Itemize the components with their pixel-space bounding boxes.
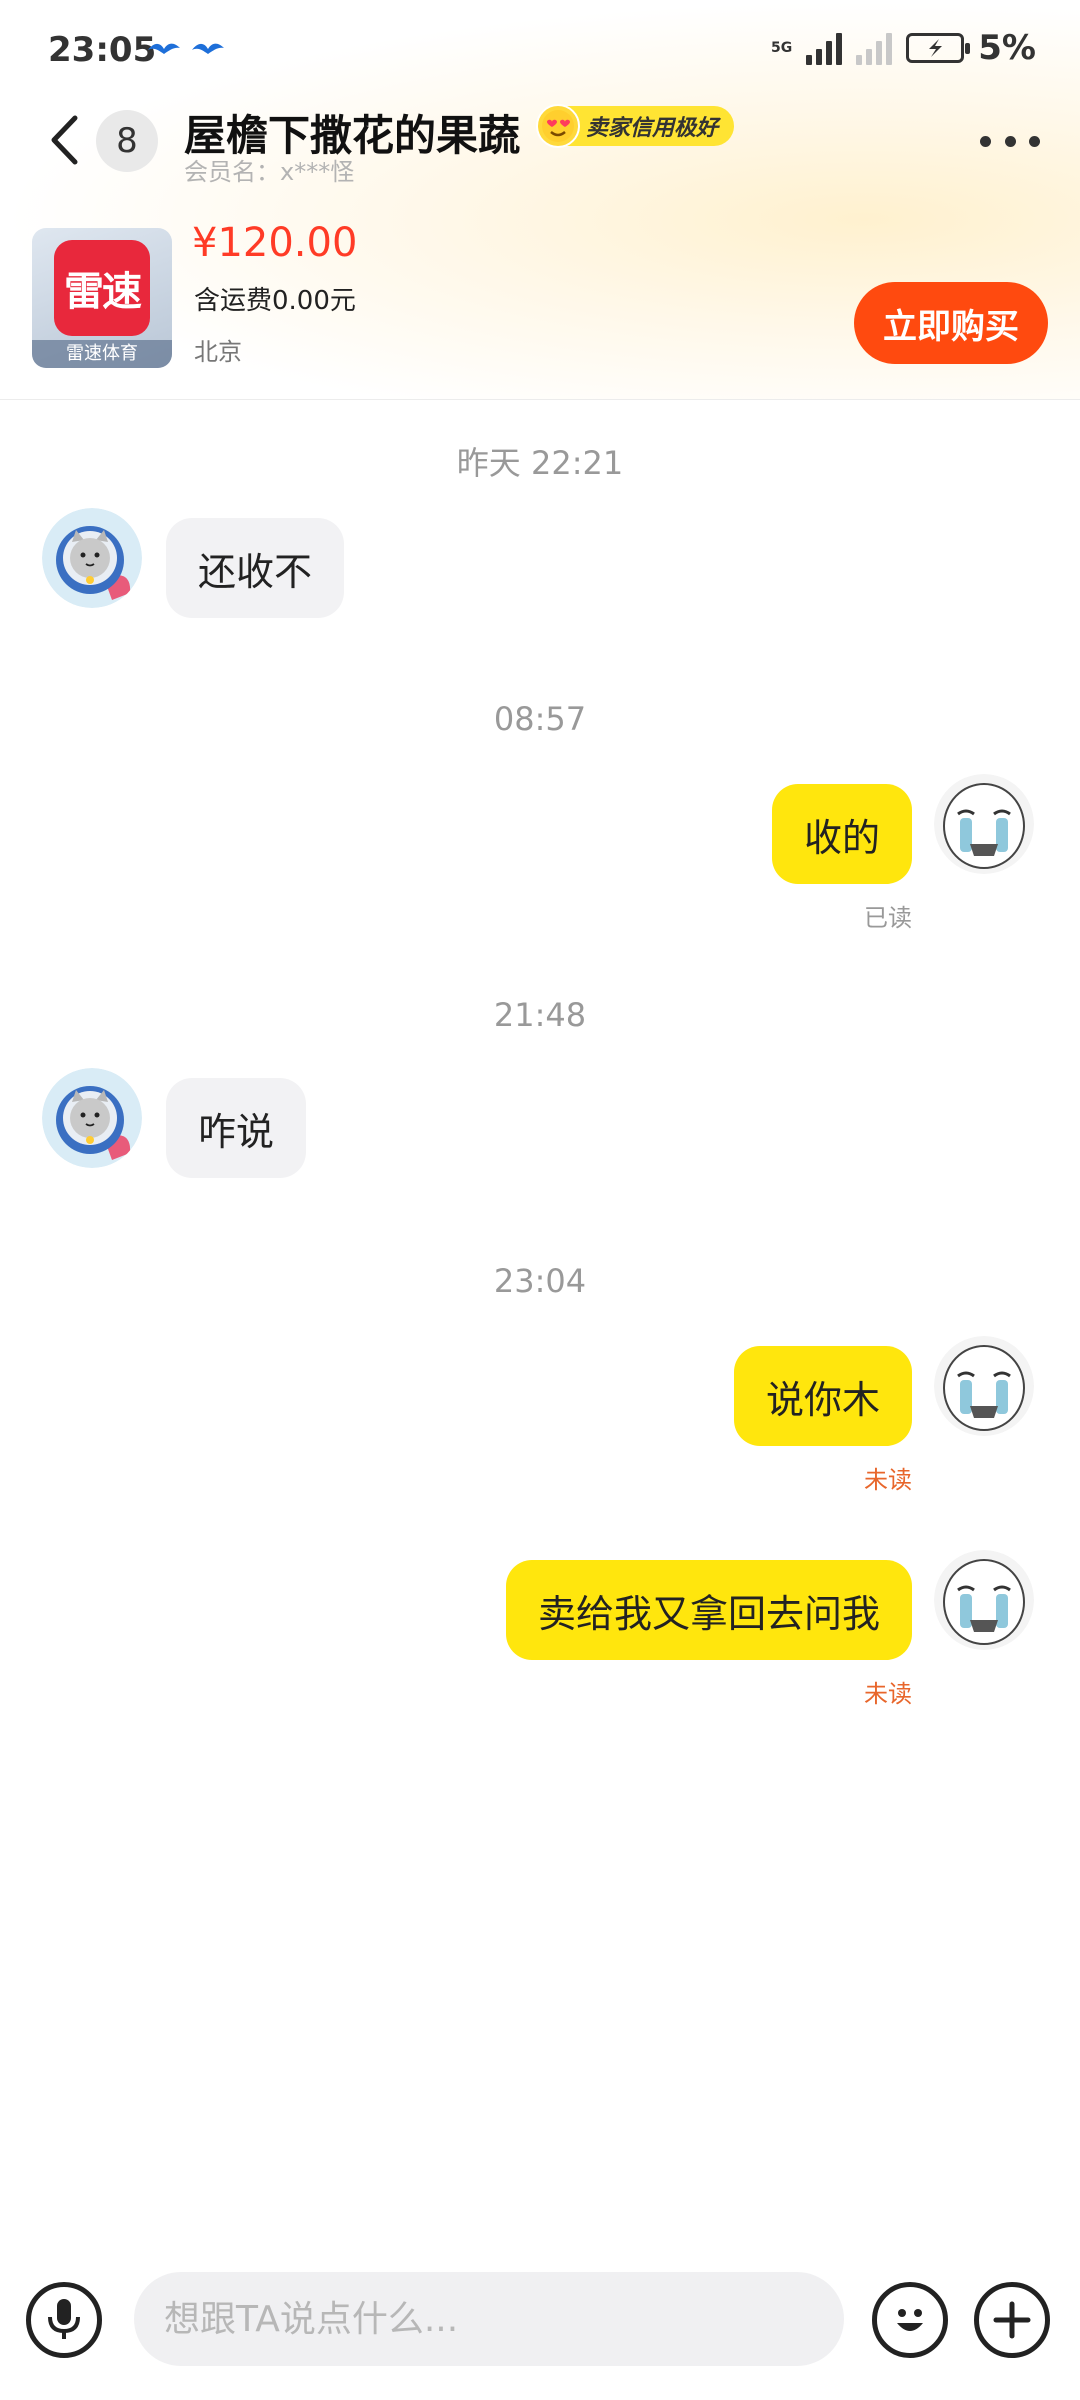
chat-timestamp: 08:57 <box>493 700 587 738</box>
seller-credit-badge[interactable]: 卖家信用极好 <box>536 104 735 148</box>
microphone-icon <box>48 2299 80 2339</box>
seller-avatar[interactable] <box>42 1068 142 1168</box>
cat-astronaut-avatar-icon <box>42 1068 142 1168</box>
emoji-button[interactable] <box>872 2282 948 2358</box>
outgoing-message-bubble[interactable]: 说你木 <box>733 1346 912 1446</box>
user-avatar[interactable] <box>934 774 1034 874</box>
status-indicators: 5G 5% <box>771 28 1036 68</box>
message-read-status: 未读 <box>864 1466 912 1494</box>
notification-bird-icon <box>148 43 180 54</box>
seller-avatar[interactable] <box>42 508 142 608</box>
credit-badge-label: 卖家信用极好 <box>586 116 719 141</box>
dot-icon <box>980 135 991 147</box>
smiley-face-icon <box>897 2309 923 2331</box>
crying-face-avatar-icon <box>934 1336 1034 1436</box>
plus-icon <box>993 2301 1031 2339</box>
notification-bird-icon <box>192 43 224 54</box>
signal-strength-icon <box>806 31 843 65</box>
buy-now-button[interactable]: 立即购买 <box>854 282 1048 364</box>
back-button[interactable] <box>36 112 92 168</box>
message-input[interactable] <box>134 2272 844 2366</box>
crying-face-avatar-icon <box>934 774 1034 874</box>
product-price: ¥120.00 <box>192 220 358 266</box>
incoming-message-bubble[interactable]: 咋说 <box>166 1078 307 1178</box>
member-name-label: 会员名：x***怪 <box>184 158 355 186</box>
chat-timestamp: 23:04 <box>493 1262 587 1300</box>
more-actions-button[interactable] <box>974 2282 1050 2358</box>
incoming-message-bubble[interactable]: 还收不 <box>166 518 345 618</box>
battery-icon <box>906 33 971 63</box>
crying-face-avatar-icon <box>934 1550 1034 1650</box>
chat-timestamp: 21:48 <box>493 996 587 1034</box>
product-card[interactable]: 雷速 雷速体育 ¥120.00 含运费0.00元 北京 立即购买 <box>0 220 1080 380</box>
outgoing-message-bubble[interactable]: 卖给我又拿回去问我 <box>505 1560 912 1660</box>
status-time: 23:05 <box>48 30 157 70</box>
more-options-button[interactable] <box>980 126 1040 156</box>
heart-eyes-emoji-icon <box>536 104 580 148</box>
top-header-area: 23:05 5G 5% 8 屋檐下撒花的果蔬 卖家信用极好 会员名：x***怪 … <box>0 0 1080 400</box>
user-avatar[interactable] <box>934 1550 1034 1650</box>
chevron-left-icon <box>51 115 78 165</box>
network-type-label: 5G <box>771 40 793 56</box>
outgoing-message-bubble[interactable]: 收的 <box>771 784 912 884</box>
user-avatar[interactable] <box>934 1336 1034 1436</box>
product-image-caption: 雷速体育 <box>32 340 172 368</box>
battery-percent: 5% <box>978 28 1036 68</box>
voice-input-button[interactable] <box>26 2282 102 2358</box>
signal-secondary-icon <box>856 31 893 65</box>
product-shipping: 含运费0.00元 <box>194 286 356 316</box>
message-input-bar <box>0 2270 1080 2370</box>
chat-timestamp: 昨天 22:21 <box>456 444 624 482</box>
product-logo: 雷速 <box>54 240 150 336</box>
cat-astronaut-avatar-icon <box>42 508 142 608</box>
chat-nav-bar: 8 屋檐下撒花的果蔬 卖家信用极好 会员名：x***怪 <box>0 100 1080 200</box>
status-bar: 23:05 5G 5% <box>0 0 1080 100</box>
message-read-status: 已读 <box>864 904 912 932</box>
message-read-status: 未读 <box>864 1680 912 1708</box>
product-image[interactable]: 雷速 雷速体育 <box>32 228 172 368</box>
dot-icon <box>1029 135 1040 147</box>
dot-icon <box>1004 135 1016 147</box>
unread-count-badge[interactable]: 8 <box>96 110 158 172</box>
product-location: 北京 <box>194 338 242 366</box>
